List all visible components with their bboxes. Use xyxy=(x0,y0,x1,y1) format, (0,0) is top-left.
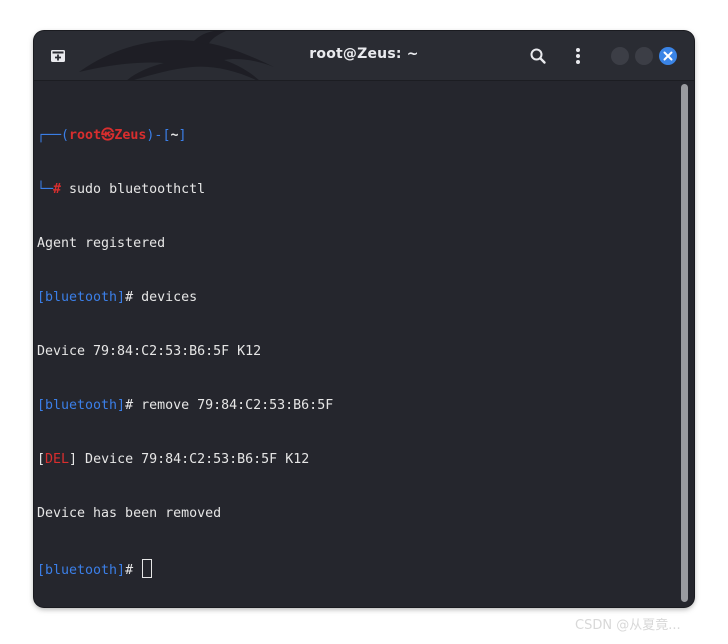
bluetooth-prompt: [bluetooth] xyxy=(37,563,126,578)
command-text: sudo bluetoothctl xyxy=(61,182,206,197)
bluetooth-prompt: [bluetooth] xyxy=(37,398,126,413)
prompt-dir-close: ] xyxy=(178,128,187,143)
window-title: root@Zeus: ~ xyxy=(309,46,419,62)
text-cursor xyxy=(142,559,153,578)
del-event-line: [DEL] Device 79:84:C2:53:B6:5F K12 xyxy=(37,451,677,469)
prompt-hash: # xyxy=(53,182,62,197)
search-icon[interactable] xyxy=(528,46,548,66)
kebab-menu-icon[interactable] xyxy=(568,46,588,66)
bluetooth-command-line: [bluetooth]# xyxy=(37,559,677,578)
bluetooth-command-line: [bluetooth]# devices xyxy=(37,289,677,307)
close-button[interactable] xyxy=(659,47,677,65)
prompt-at-symbol: ㉿ xyxy=(101,128,115,143)
prompt-open-paren: ( xyxy=(61,128,70,143)
terminal-output[interactable]: ┌──(root㉿Zeus)-[~] └─# sudo bluetoothctl… xyxy=(37,91,677,601)
prompt-corner-top: ┌── xyxy=(37,128,62,143)
output-line: Agent registered xyxy=(37,236,166,251)
maximize-button[interactable] xyxy=(635,47,653,65)
del-event-text: ] Device 79:84:C2:53:B6:5F K12 xyxy=(69,452,310,467)
del-bracket-open: [ xyxy=(37,452,46,467)
prompt-host: Zeus xyxy=(114,128,147,143)
watermark: CSDN @从夏竟... xyxy=(575,618,681,633)
output-line: Device has been removed xyxy=(37,506,222,521)
bluetooth-prompt: [bluetooth] xyxy=(37,290,126,305)
close-icon xyxy=(663,51,673,61)
bluetooth-command: # remove 79:84:C2:53:B6:5F xyxy=(125,398,334,413)
output-line: Device 79:84:C2:53:B6:5F K12 xyxy=(37,344,262,359)
prompt-line-bottom: └─# sudo bluetoothctl xyxy=(37,181,677,199)
prompt-line-top: ┌──(root㉿Zeus)-[~] xyxy=(37,127,677,145)
terminal-window: root@Zeus: ~ ┌──(root㉿Zeus)-[~] └─# sudo… xyxy=(34,31,694,607)
scrollbar[interactable] xyxy=(681,84,688,602)
bluetooth-command: # devices xyxy=(125,290,198,305)
del-tag: DEL xyxy=(45,452,70,467)
title-bar[interactable]: root@Zeus: ~ xyxy=(34,31,694,81)
prompt-user: root xyxy=(69,128,102,143)
bluetooth-command-line: [bluetooth]# remove 79:84:C2:53:B6:5F xyxy=(37,397,677,415)
minimize-button[interactable] xyxy=(611,47,629,65)
bluetooth-command: # xyxy=(125,563,142,578)
prompt-corner-bottom: └─ xyxy=(37,182,54,197)
